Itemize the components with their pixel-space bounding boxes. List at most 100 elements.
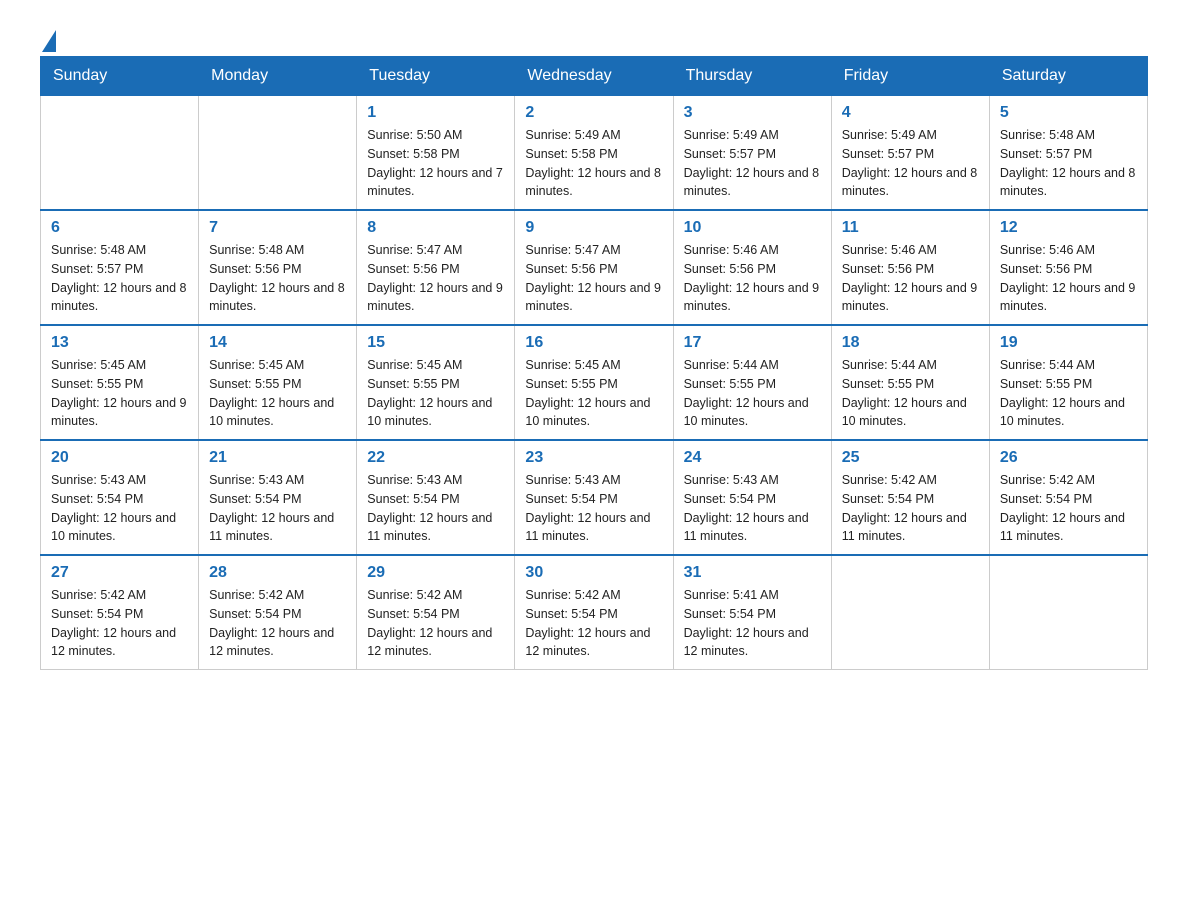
calendar-day-cell: [831, 555, 989, 670]
calendar-day-cell: 2Sunrise: 5:49 AM Sunset: 5:58 PM Daylig…: [515, 96, 673, 211]
day-number: 29: [367, 564, 504, 582]
calendar-day-cell: 31 Sunrise: 5:41 AM Sunset: 5:54 PM Dayli…: [673, 555, 831, 670]
day-number: 19: [1000, 334, 1137, 352]
day-number: 13: [51, 334, 188, 352]
day-info: Sunrise: 5:45 AM Sunset: 5:55 PM Dayligh…: [51, 356, 188, 431]
calendar-day-cell: 26Sunrise: 5:42 AM Sunset: 5:54 PM Dayli…: [989, 440, 1147, 555]
day-info: Sunrise: 5:44 AM Sunset: 5:55 PM Dayligh…: [842, 356, 979, 431]
day-number: 31: [684, 564, 821, 582]
day-number: 22: [367, 449, 504, 467]
calendar-day-header: Friday: [831, 57, 989, 96]
calendar-day-cell: 13 Sunrise: 5:45 AM Sunset: 5:55 PM Dayli…: [41, 325, 199, 440]
day-number: 3: [684, 104, 821, 122]
day-number: 30: [525, 564, 662, 582]
calendar-week-row: 13 Sunrise: 5:45 AM Sunset: 5:55 PM Dayli…: [41, 325, 1148, 440]
day-number: 11: [842, 219, 979, 237]
day-number: 10: [684, 219, 821, 237]
calendar-day-cell: 9 Sunrise: 5:47 AM Sunset: 5:56 PM Daylig…: [515, 210, 673, 325]
day-number: 6: [51, 219, 188, 237]
day-info: Sunrise: 5:42 AM Sunset: 5:54 PM Dayligh…: [1000, 471, 1137, 546]
calendar-day-cell: 3 Sunrise: 5:49 AM Sunset: 5:57 PM Daylig…: [673, 96, 831, 211]
calendar-day-cell: 25Sunrise: 5:42 AM Sunset: 5:54 PM Dayli…: [831, 440, 989, 555]
calendar-day-header: Sunday: [41, 57, 199, 96]
calendar-week-row: 1Sunrise: 5:50 AM Sunset: 5:58 PM Daylig…: [41, 96, 1148, 211]
day-number: 16: [525, 334, 662, 352]
day-info: Sunrise: 5:43 AM Sunset: 5:54 PM Dayligh…: [209, 471, 346, 546]
day-number: 24: [684, 449, 821, 467]
logo: [40, 30, 56, 46]
day-number: 25: [842, 449, 979, 467]
day-info: Sunrise: 5:41 AM Sunset: 5:54 PM Dayligh…: [684, 586, 821, 661]
calendar-day-cell: 17 Sunrise: 5:44 AM Sunset: 5:55 PM Dayli…: [673, 325, 831, 440]
day-number: 27: [51, 564, 188, 582]
day-number: 21: [209, 449, 346, 467]
day-info: Sunrise: 5:42 AM Sunset: 5:54 PM Dayligh…: [367, 586, 504, 661]
calendar-week-row: 6 Sunrise: 5:48 AM Sunset: 5:57 PM Daylig…: [41, 210, 1148, 325]
day-info: Sunrise: 5:47 AM Sunset: 5:56 PM Dayligh…: [367, 241, 504, 316]
day-info: Sunrise: 5:49 AM Sunset: 5:57 PM Dayligh…: [684, 126, 821, 201]
day-number: 23: [525, 449, 662, 467]
calendar-day-cell: [199, 96, 357, 211]
day-info: Sunrise: 5:48 AM Sunset: 5:57 PM Dayligh…: [1000, 126, 1137, 201]
calendar-day-cell: 7 Sunrise: 5:48 AM Sunset: 5:56 PM Daylig…: [199, 210, 357, 325]
day-info: Sunrise: 5:45 AM Sunset: 5:55 PM Dayligh…: [525, 356, 662, 431]
day-info: Sunrise: 5:43 AM Sunset: 5:54 PM Dayligh…: [367, 471, 504, 546]
day-info: Sunrise: 5:44 AM Sunset: 5:55 PM Dayligh…: [1000, 356, 1137, 431]
day-info: Sunrise: 5:48 AM Sunset: 5:56 PM Dayligh…: [209, 241, 346, 316]
day-number: 15: [367, 334, 504, 352]
day-info: Sunrise: 5:47 AM Sunset: 5:56 PM Dayligh…: [525, 241, 662, 316]
calendar-week-row: 27 Sunrise: 5:42 AM Sunset: 5:54 PM Dayli…: [41, 555, 1148, 670]
calendar-day-cell: 28 Sunrise: 5:42 AM Sunset: 5:54 PM Dayli…: [199, 555, 357, 670]
calendar-day-cell: 15 Sunrise: 5:45 AM Sunset: 5:55 PM Dayli…: [357, 325, 515, 440]
calendar-day-cell: 20Sunrise: 5:43 AM Sunset: 5:54 PM Dayli…: [41, 440, 199, 555]
calendar-day-cell: 8 Sunrise: 5:47 AM Sunset: 5:56 PM Daylig…: [357, 210, 515, 325]
calendar-day-cell: [41, 96, 199, 211]
day-number: 12: [1000, 219, 1137, 237]
day-number: 18: [842, 334, 979, 352]
calendar-day-cell: 22 Sunrise: 5:43 AM Sunset: 5:54 PM Dayli…: [357, 440, 515, 555]
day-info: Sunrise: 5:46 AM Sunset: 5:56 PM Dayligh…: [842, 241, 979, 316]
calendar-day-cell: 24 Sunrise: 5:43 AM Sunset: 5:54 PM Dayli…: [673, 440, 831, 555]
day-info: Sunrise: 5:48 AM Sunset: 5:57 PM Dayligh…: [51, 241, 188, 316]
day-number: 4: [842, 104, 979, 122]
day-number: 1: [367, 104, 504, 122]
calendar-day-cell: [989, 555, 1147, 670]
day-number: 8: [367, 219, 504, 237]
calendar-day-cell: 11 Sunrise: 5:46 AM Sunset: 5:56 PM Dayli…: [831, 210, 989, 325]
calendar-day-cell: 14 Sunrise: 5:45 AM Sunset: 5:55 PM Dayli…: [199, 325, 357, 440]
calendar-day-cell: 4Sunrise: 5:49 AM Sunset: 5:57 PM Daylig…: [831, 96, 989, 211]
day-number: 7: [209, 219, 346, 237]
day-info: Sunrise: 5:43 AM Sunset: 5:54 PM Dayligh…: [684, 471, 821, 546]
calendar-day-cell: 10 Sunrise: 5:46 AM Sunset: 5:56 PM Dayli…: [673, 210, 831, 325]
day-number: 5: [1000, 104, 1137, 122]
calendar-day-header: Monday: [199, 57, 357, 96]
calendar-day-cell: 12Sunrise: 5:46 AM Sunset: 5:56 PM Dayli…: [989, 210, 1147, 325]
calendar-day-cell: 16 Sunrise: 5:45 AM Sunset: 5:55 PM Dayli…: [515, 325, 673, 440]
calendar-day-cell: 29 Sunrise: 5:42 AM Sunset: 5:54 PM Dayli…: [357, 555, 515, 670]
calendar-header-row: SundayMondayTuesdayWednesdayThursdayFrid…: [41, 57, 1148, 96]
calendar-day-cell: 1Sunrise: 5:50 AM Sunset: 5:58 PM Daylig…: [357, 96, 515, 211]
calendar-day-cell: 6 Sunrise: 5:48 AM Sunset: 5:57 PM Daylig…: [41, 210, 199, 325]
day-info: Sunrise: 5:45 AM Sunset: 5:55 PM Dayligh…: [209, 356, 346, 431]
calendar-day-cell: 18 Sunrise: 5:44 AM Sunset: 5:55 PM Dayli…: [831, 325, 989, 440]
calendar-day-cell: 30Sunrise: 5:42 AM Sunset: 5:54 PM Dayli…: [515, 555, 673, 670]
day-info: Sunrise: 5:42 AM Sunset: 5:54 PM Dayligh…: [209, 586, 346, 661]
day-number: 17: [684, 334, 821, 352]
day-number: 9: [525, 219, 662, 237]
day-info: Sunrise: 5:43 AM Sunset: 5:54 PM Dayligh…: [525, 471, 662, 546]
day-info: Sunrise: 5:46 AM Sunset: 5:56 PM Dayligh…: [684, 241, 821, 316]
calendar-day-header: Tuesday: [357, 57, 515, 96]
calendar-day-header: Saturday: [989, 57, 1147, 96]
day-number: 2: [525, 104, 662, 122]
day-number: 14: [209, 334, 346, 352]
day-number: 28: [209, 564, 346, 582]
calendar-table: SundayMondayTuesdayWednesdayThursdayFrid…: [40, 56, 1148, 670]
calendar-day-cell: 27Sunrise: 5:42 AM Sunset: 5:54 PM Dayli…: [41, 555, 199, 670]
day-number: 20: [51, 449, 188, 467]
calendar-day-cell: 5 Sunrise: 5:48 AM Sunset: 5:57 PM Daylig…: [989, 96, 1147, 211]
logo-triangle-icon: [42, 30, 56, 52]
day-info: Sunrise: 5:44 AM Sunset: 5:55 PM Dayligh…: [684, 356, 821, 431]
calendar-day-cell: 21 Sunrise: 5:43 AM Sunset: 5:54 PM Dayli…: [199, 440, 357, 555]
page-header: [40, 30, 1148, 46]
day-info: Sunrise: 5:45 AM Sunset: 5:55 PM Dayligh…: [367, 356, 504, 431]
